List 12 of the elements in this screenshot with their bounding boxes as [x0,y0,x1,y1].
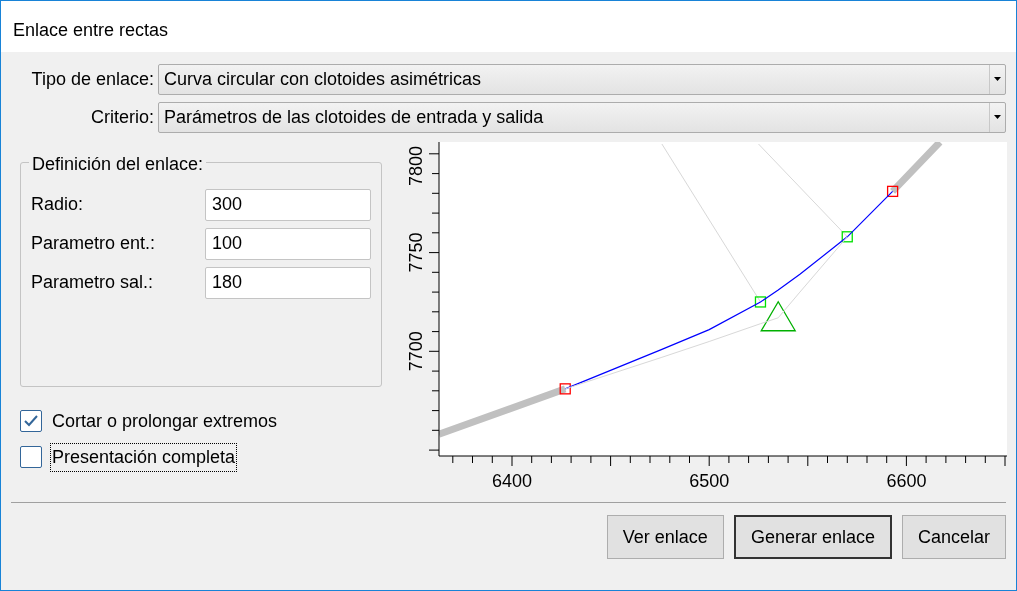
tick-label: 6500 [689,471,730,491]
tick-label: 7800 [406,146,426,186]
field-label: Tipo de enlace: [30,67,154,91]
tick-label: 6600 [886,471,927,491]
tick-label: 6400 [491,471,532,491]
window-title: Enlace entre rectas [13,20,169,40]
field-label: Radio: [31,193,84,216]
tick-label: 7750 [406,232,426,273]
field-label: Parametro sal.: [31,271,154,294]
tick-label: 7700 [406,331,426,372]
field-label: Criterio: [90,105,154,129]
field-label: Parametro ent.: [31,232,156,255]
